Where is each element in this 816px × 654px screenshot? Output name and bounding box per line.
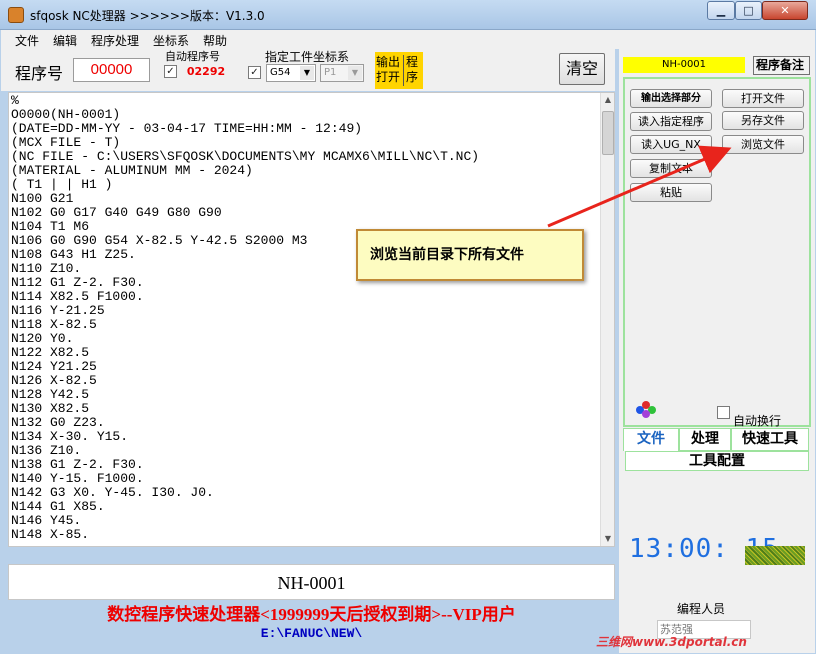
copy-text-button[interactable]: 复制文本 bbox=[630, 159, 712, 178]
code-line: N146 Y45. bbox=[11, 513, 82, 528]
program-name-field[interactable]: NH-0001 bbox=[8, 564, 615, 600]
current-path: E:\FANUC\NEW\ bbox=[260, 626, 363, 641]
scroll-thumb[interactable] bbox=[602, 111, 614, 155]
scroll-up-icon[interactable]: ▲ bbox=[601, 93, 615, 107]
menu-file[interactable]: 文件 bbox=[15, 32, 39, 49]
program-label: 程序 bbox=[406, 55, 419, 84]
program-id: NH-0001 bbox=[623, 57, 745, 73]
code-line: N102 G0 G17 G40 G49 G80 G90 bbox=[11, 205, 222, 220]
open-file-button[interactable]: 打开文件 bbox=[722, 89, 804, 108]
program-memo-button[interactable]: 程序备注 bbox=[753, 56, 810, 75]
browse-tooltip: 浏览当前目录下所有文件 bbox=[356, 229, 584, 281]
browse-files-button[interactable]: 浏览文件 bbox=[722, 135, 804, 154]
p-value: P1 bbox=[324, 67, 337, 78]
auto-number-label: 自动程序号 bbox=[165, 50, 220, 63]
right-panel: NH-0001 程序备注 输出选择部分 打开文件 读入指定程序 另存文件 读入U… bbox=[619, 49, 815, 653]
paste-button[interactable]: 粘贴 bbox=[630, 183, 712, 202]
chevron-down-icon: ▼ bbox=[300, 66, 314, 80]
coord-system-value: G54 bbox=[270, 67, 291, 78]
read-ug-nx-button[interactable]: 读入UG_NX bbox=[630, 135, 712, 154]
code-line: N138 G1 Z-2. F30. bbox=[11, 457, 144, 472]
scroll-down-icon[interactable]: ▼ bbox=[601, 532, 615, 546]
output-label: 输出 打开 bbox=[376, 55, 401, 84]
code-line: (NC FILE - C:\USERS\SFQOSK\DOCUMENTS\MY … bbox=[11, 149, 480, 164]
tool-config-tab[interactable]: 工具配置 bbox=[625, 451, 809, 471]
minimize-button[interactable]: ▁ bbox=[707, 1, 735, 20]
coord-system-select[interactable]: G54 ▼ bbox=[266, 64, 316, 82]
tab-process[interactable]: 处理 bbox=[679, 428, 731, 451]
code-editor[interactable]: % O0000(NH-0001) (DATE=DD-MM-YY - 03-04-17… bbox=[8, 92, 615, 547]
code-line: (DATE=DD-MM-YY - 03-04-17 TIME=HH:MM - 1… bbox=[11, 121, 363, 136]
code-line: ( T1 | | H1 ) bbox=[11, 177, 113, 192]
coder-label: 编程人员 bbox=[677, 602, 726, 616]
code-line: N144 G1 X85. bbox=[11, 499, 105, 514]
read-program-button[interactable]: 读入指定程序 bbox=[630, 112, 712, 131]
auto-number-value: 02292 bbox=[181, 63, 231, 81]
file-tab-pane: 输出选择部分 打开文件 读入指定程序 另存文件 读入UG_NX 浏览文件 复制文… bbox=[623, 77, 811, 427]
code-text[interactable]: % O0000(NH-0001) (DATE=DD-MM-YY - 03-04-17… bbox=[11, 94, 599, 542]
program-number-field[interactable]: 00000 bbox=[73, 58, 150, 82]
auto-wrap-checkbox[interactable] bbox=[717, 406, 730, 419]
app-icon bbox=[8, 7, 24, 23]
code-line: N142 G3 X0. Y-45. I30. J0. bbox=[11, 485, 214, 500]
tab-strip: 文件 处理 快速工具 bbox=[623, 428, 811, 451]
coord-system-label: 指定工件坐标系 bbox=[265, 50, 350, 64]
output-open-program-button[interactable]: 输出 打开 程序 bbox=[375, 52, 423, 89]
code-line: N124 Y21.25 bbox=[11, 359, 97, 374]
code-line: N122 X82.5 bbox=[11, 345, 90, 360]
code-line: (MATERIAL - ALUMINUM MM - 2024) bbox=[11, 163, 253, 178]
coord-system-checkbox[interactable]: ✓ bbox=[248, 66, 261, 79]
p-select[interactable]: P1 ▼ bbox=[320, 64, 364, 82]
code-line: N148 X-85. bbox=[11, 527, 90, 542]
code-line: N134 X-30. Y15. bbox=[11, 429, 129, 444]
title-bar: sfqosk NC处理器 >>>>>>版本：V1.3.0 ▁ □ ✕ bbox=[0, 0, 816, 30]
code-line: N118 X-82.5 bbox=[11, 317, 97, 332]
code-line: N136 Z10. bbox=[11, 443, 82, 458]
code-line: N100 G21 bbox=[11, 191, 74, 206]
watermark: 三维网www.3dportal.cn bbox=[596, 635, 747, 649]
close-button[interactable]: ✕ bbox=[762, 1, 808, 20]
menu-help[interactable]: 帮助 bbox=[203, 32, 227, 49]
menu-program[interactable]: 程序处理 bbox=[91, 32, 139, 49]
code-line: N130 X82.5 bbox=[11, 401, 90, 416]
vertical-scrollbar[interactable]: ▲ ▼ bbox=[600, 93, 614, 546]
code-line: % bbox=[11, 93, 19, 108]
toolbar: 程序号 00000 自动程序号 ✓ 02292 指定工件坐标系 ✓ G54 ▼ … bbox=[1, 49, 615, 91]
status-indicator bbox=[745, 546, 805, 565]
auto-number-checkbox[interactable]: ✓ bbox=[164, 65, 177, 78]
chevron-down-icon: ▼ bbox=[348, 66, 362, 80]
license-banner: 数控程序快速处理器<1999999天后授权到期>--VIP用户 bbox=[107, 605, 516, 624]
code-line: N128 Y42.5 bbox=[11, 387, 90, 402]
code-line: N114 X82.5 F1000. bbox=[11, 289, 144, 304]
auto-wrap-label: 自动换行 bbox=[733, 414, 782, 428]
code-line: O0000(NH-0001) bbox=[11, 107, 121, 122]
menu-bar: 文件 编辑 程序处理 坐标系 帮助 bbox=[1, 30, 815, 49]
code-line: N140 Y-15. F1000. bbox=[11, 471, 144, 486]
code-line: N126 X-82.5 bbox=[11, 373, 97, 388]
output-selection-button[interactable]: 输出选择部分 bbox=[630, 89, 712, 108]
code-line: N116 Y-21.25 bbox=[11, 303, 105, 318]
code-line: N120 Y0. bbox=[11, 331, 74, 346]
tab-quick-tools[interactable]: 快速工具 bbox=[731, 428, 809, 451]
color-settings-icon[interactable] bbox=[633, 400, 659, 420]
maximize-button[interactable]: □ bbox=[735, 1, 762, 20]
save-as-button[interactable]: 另存文件 bbox=[722, 111, 804, 130]
program-number-label: 程序号 bbox=[15, 64, 64, 83]
code-line: N132 G0 Z23. bbox=[11, 415, 105, 430]
clear-button[interactable]: 清空 bbox=[559, 53, 605, 85]
menu-coordinate[interactable]: 坐标系 bbox=[153, 32, 189, 49]
window-title: sfqosk NC处理器 >>>>>>版本：V1.3.0 bbox=[30, 9, 265, 23]
menu-edit[interactable]: 编辑 bbox=[53, 32, 77, 49]
tab-file[interactable]: 文件 bbox=[623, 428, 679, 451]
code-line: (MCX FILE - T) bbox=[11, 135, 121, 150]
